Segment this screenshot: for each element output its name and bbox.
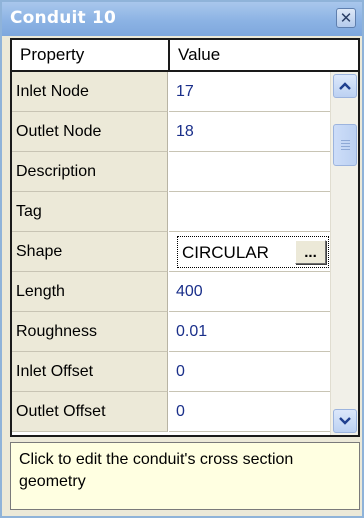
vertical-scrollbar[interactable] xyxy=(330,72,358,435)
property-value[interactable]: 0 xyxy=(169,392,330,432)
property-grid: Property Value Inlet Node 17 Outlet Node… xyxy=(10,38,360,437)
property-value[interactable]: 0.01 xyxy=(169,312,330,352)
property-value[interactable]: 17 xyxy=(169,72,330,112)
header-value: Value xyxy=(178,45,221,64)
table-row[interactable]: Inlet Offset 0 xyxy=(12,352,330,392)
title-bar[interactable]: Conduit 10 ✕ xyxy=(2,2,362,36)
table-row[interactable]: Roughness 0.01 xyxy=(12,312,330,352)
grid-header: Property Value xyxy=(12,40,358,72)
chevron-down-icon xyxy=(339,417,351,425)
scroll-up-button[interactable] xyxy=(333,74,357,98)
shape-value: CIRCULAR xyxy=(182,243,269,262)
shape-editor-button[interactable]: ... xyxy=(295,240,326,264)
table-row[interactable]: Length 400 xyxy=(12,272,330,312)
property-value[interactable] xyxy=(169,152,330,192)
table-row[interactable]: Inlet Node 17 xyxy=(12,72,330,112)
shape-editor[interactable]: CIRCULAR ... xyxy=(177,236,329,268)
property-name: Inlet Offset xyxy=(12,352,168,392)
thumb-grip xyxy=(341,149,350,150)
property-value[interactable] xyxy=(169,192,330,232)
property-value[interactable]: 400 xyxy=(169,272,330,312)
property-name: Length xyxy=(12,272,168,312)
description-panel: Click to edit the conduit's cross sectio… xyxy=(10,442,360,510)
table-row[interactable]: Description xyxy=(12,152,330,192)
property-name: Outlet Offset xyxy=(12,392,168,432)
property-name: Roughness xyxy=(12,312,168,352)
table-row[interactable]: Outlet Node 18 xyxy=(12,112,330,152)
description-text: Click to edit the conduit's cross sectio… xyxy=(19,451,294,490)
header-property: Property xyxy=(20,45,85,64)
property-name: Shape xyxy=(12,232,168,272)
thumb-grip xyxy=(341,143,350,144)
thumb-grip xyxy=(341,140,350,141)
property-name: Inlet Node xyxy=(12,72,168,112)
table-row[interactable]: Outlet Offset 0 xyxy=(12,392,330,432)
close-button[interactable]: ✕ xyxy=(336,8,356,28)
close-icon: ✕ xyxy=(339,9,353,27)
property-name: Tag xyxy=(12,192,168,232)
scroll-down-button[interactable] xyxy=(333,409,357,433)
window-title: Conduit 10 xyxy=(10,8,117,28)
property-name: Description xyxy=(12,152,168,192)
thumb-grip xyxy=(341,146,350,147)
property-value[interactable]: 18 xyxy=(169,112,330,152)
property-name: Outlet Node xyxy=(12,112,168,152)
property-value[interactable]: 0 xyxy=(169,352,330,392)
scroll-thumb[interactable] xyxy=(333,124,357,166)
chevron-up-icon xyxy=(339,82,351,90)
property-editor-window: Conduit 10 ✕ Property Value Inlet Node 1… xyxy=(0,0,364,518)
table-row[interactable]: Tag xyxy=(12,192,330,232)
